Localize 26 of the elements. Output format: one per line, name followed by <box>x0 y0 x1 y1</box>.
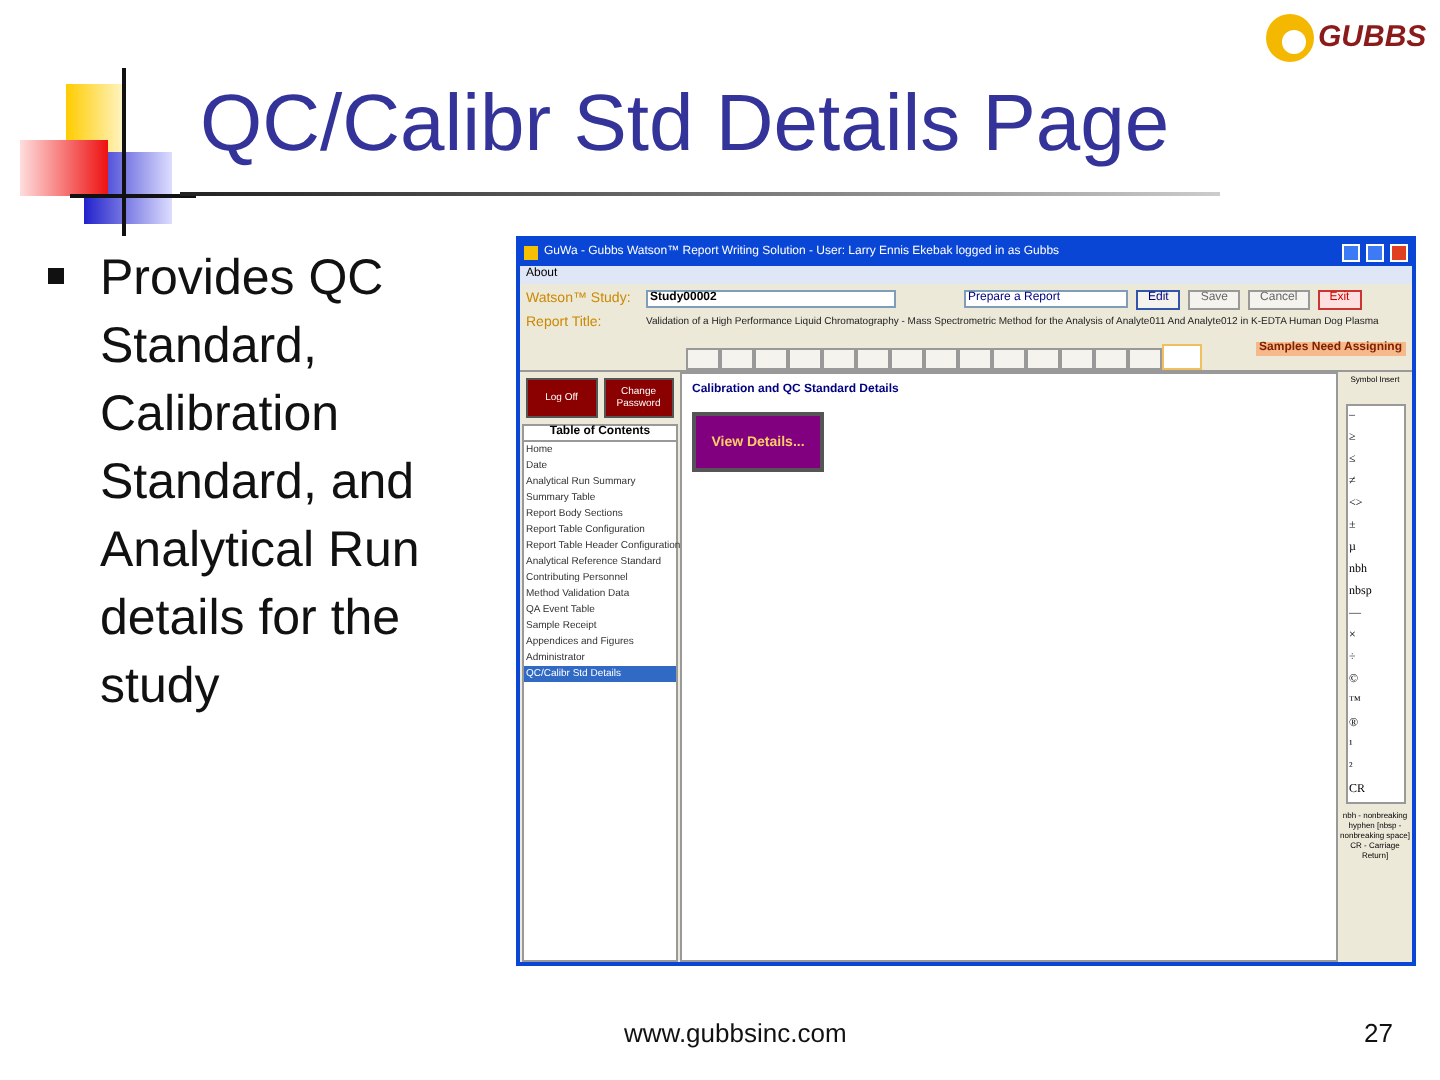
footer-url: www.gubbsinc.com <box>624 1016 847 1052</box>
logo-text: GUBBS <box>1318 20 1427 56</box>
maximize-button[interactable] <box>1366 244 1384 262</box>
tab[interactable] <box>720 348 754 370</box>
tab[interactable] <box>754 348 788 370</box>
tab[interactable] <box>890 348 924 370</box>
tab[interactable] <box>822 348 856 370</box>
tab[interactable] <box>958 348 992 370</box>
tab[interactable] <box>924 348 958 370</box>
tab[interactable] <box>686 348 720 370</box>
tab[interactable] <box>1094 348 1128 370</box>
close-button[interactable] <box>1390 244 1408 262</box>
tab[interactable] <box>1162 344 1202 370</box>
tab[interactable] <box>1060 348 1094 370</box>
bullet-icon <box>48 268 64 284</box>
minimize-button[interactable] <box>1342 244 1360 262</box>
tab[interactable] <box>788 348 822 370</box>
tab[interactable] <box>1026 348 1060 370</box>
tab[interactable] <box>856 348 890 370</box>
bullet-text: Provides QC Standard, Calibration Standard, and Analytical Run details for the study <box>100 248 422 718</box>
page-number: 27 <box>1364 1016 1393 1052</box>
app-icon <box>524 246 538 260</box>
sun-icon <box>1264 12 1316 64</box>
tab[interactable] <box>992 348 1026 370</box>
tab[interactable] <box>1128 348 1162 370</box>
slide-title: QC/Calibr Std Details Page <box>200 78 1170 172</box>
